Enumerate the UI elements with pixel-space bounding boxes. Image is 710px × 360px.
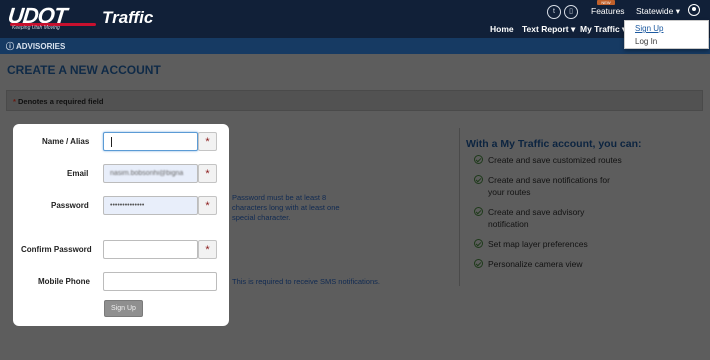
dropdown-sign-up[interactable]: Sign Up	[635, 24, 663, 33]
page-title: CREATE A NEW ACCOUNT	[7, 63, 161, 77]
check-circle-icon	[474, 239, 483, 248]
benefit-text: Create and save customized routes	[488, 155, 622, 165]
confirm-password-input[interactable]	[103, 240, 198, 259]
name-label: Name / Alias	[42, 137, 90, 146]
required-field-note: * Denotes a required field	[6, 90, 703, 111]
udot-logo[interactable]: UDOT Keeping Utah Moving	[7, 3, 100, 31]
benefits-title: With a My Traffic account, you can:	[466, 138, 642, 150]
required-star: *	[13, 97, 16, 106]
confirm-required-mark: *	[198, 240, 217, 259]
logo-tagline: Keeping Utah Moving	[12, 25, 60, 31]
password-input[interactable]: ••••••••••••••	[103, 196, 198, 215]
nav-my-traffic[interactable]: My Traffic ▾	[580, 24, 626, 35]
check-circle-icon	[474, 207, 483, 216]
confirm-password-label: Confirm Password	[21, 245, 92, 254]
check-circle-icon	[474, 259, 483, 268]
advisories-bar[interactable]: ⓘ ADVISORIES	[0, 38, 710, 54]
app-name[interactable]: Traffic	[102, 8, 153, 28]
mobile-phone-input[interactable]	[103, 272, 217, 291]
signup-form: Name / Alias * Email nasim.bobsonhi@bign…	[13, 124, 229, 326]
user-account-icon[interactable]	[688, 4, 700, 16]
mobile-phone-label: Mobile Phone	[38, 277, 90, 286]
sign-up-button[interactable]: Sign Up	[104, 300, 143, 317]
password-help-text: Password must be at least 8 characters l…	[232, 193, 340, 222]
benefit-text: Set map layer preferences	[488, 239, 588, 249]
password-label: Password	[51, 201, 89, 210]
name-input[interactable]	[103, 132, 198, 151]
email-label: Email	[67, 169, 89, 178]
new-badge: NEW	[597, 0, 615, 5]
nav-text-report[interactable]: Text Report ▾	[522, 24, 575, 35]
check-circle-icon	[474, 175, 483, 184]
password-required-mark: *	[198, 196, 217, 215]
email-value: nasim.bobsonhi@bigna	[110, 170, 184, 177]
advisories-label[interactable]: ⓘ ADVISORIES	[6, 41, 65, 52]
twitter-icon[interactable]: t	[547, 5, 561, 19]
top-navbar: UDOT Keeping Utah Moving Traffic t ▯ NEW…	[0, 0, 710, 38]
region-selector[interactable]: Statewide ▾	[636, 6, 680, 17]
benefit-text: Personalize camera view	[488, 259, 583, 269]
nav-home[interactable]: Home	[490, 24, 514, 34]
name-required-mark: *	[198, 132, 217, 151]
benefit-text: Create and save notifications for your r…	[488, 175, 610, 197]
password-value: ••••••••••••••	[110, 202, 145, 209]
features-link[interactable]: Features	[591, 6, 625, 16]
email-required-mark: *	[198, 164, 217, 183]
check-circle-icon	[474, 155, 483, 164]
side-divider	[459, 128, 460, 286]
mobile-app-icon[interactable]: ▯	[564, 5, 578, 19]
account-dropdown: Sign Up Log In	[624, 20, 709, 49]
mobile-help-text: This is required to receive SMS notifica…	[232, 277, 380, 286]
email-input[interactable]: nasim.bobsonhi@bigna	[103, 164, 198, 183]
required-note-text: * Denotes a required field	[13, 97, 103, 106]
dropdown-log-in[interactable]: Log In	[635, 37, 657, 46]
text-caret	[111, 137, 112, 147]
required-note-label: Denotes a required field	[18, 97, 104, 106]
benefit-text: Create and save advisory notification	[488, 207, 585, 229]
advisories-text: ADVISORIES	[15, 42, 66, 51]
